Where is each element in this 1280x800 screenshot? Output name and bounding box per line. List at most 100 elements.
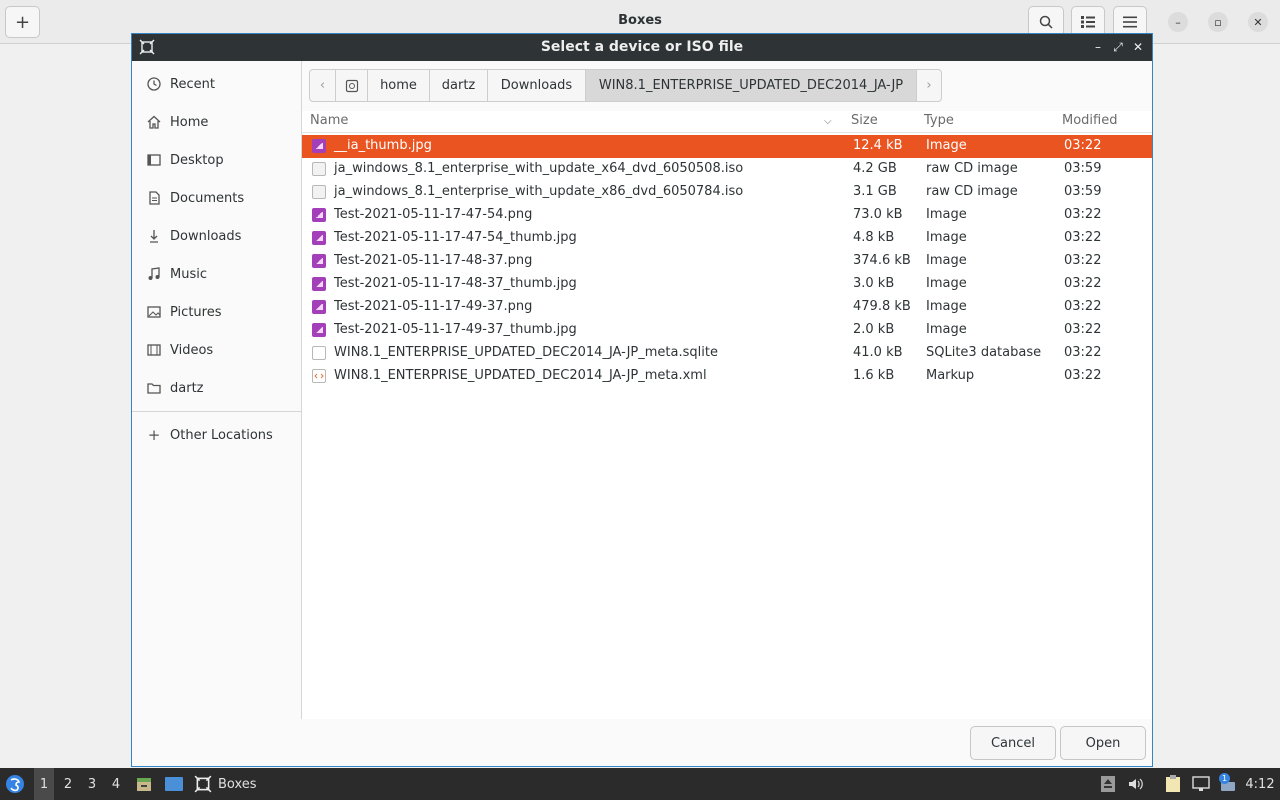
places-sidebar: Recent Home Desktop Documents Downloads … [132, 61, 302, 719]
file-modified: 03:22 [1064, 253, 1102, 268]
eject-icon [1101, 776, 1115, 792]
file-name: Test-2021-05-11-17-47-54_thumb.jpg [334, 230, 577, 245]
workspace-3[interactable]: 3 [82, 768, 102, 800]
file-row[interactable]: Test-2021-05-11-17-47-54_thumb.jpg 4.8 k… [302, 227, 1152, 250]
path-segment-downloads[interactable]: Downloads [488, 70, 586, 101]
clipboard-button[interactable] [1162, 768, 1184, 800]
column-header-type[interactable]: Type [924, 113, 954, 128]
music-icon [146, 266, 162, 282]
file-modified: 03:22 [1064, 368, 1102, 383]
minimize-button[interactable]: – [1168, 12, 1188, 32]
file-type: Image [926, 276, 967, 291]
file-type: Image [926, 230, 967, 245]
file-modified: 03:22 [1064, 138, 1102, 153]
sidebar-item-dartz[interactable]: dartz [132, 371, 301, 405]
task-boxes[interactable]: Boxes [194, 768, 268, 800]
sidebar-item-home[interactable]: Home [132, 105, 301, 139]
path-segment-dartz[interactable]: dartz [430, 70, 488, 101]
file-modified: 03:59 [1064, 161, 1102, 176]
home-icon [146, 114, 162, 130]
path-back-button[interactable]: ‹ [310, 70, 336, 101]
file-name: ja_windows_8.1_enterprise_with_update_x6… [334, 161, 744, 176]
file-modified: 03:59 [1064, 184, 1102, 199]
sidebar-item-downloads[interactable]: Downloads [132, 219, 301, 253]
workspace-4[interactable]: 4 [106, 768, 126, 800]
network-button[interactable] [1190, 768, 1212, 800]
folder-icon [146, 380, 162, 396]
file-name: WIN8.1_ENTERPRISE_UPDATED_DEC2014_JA-JP_… [334, 368, 707, 383]
drive-icon [345, 79, 358, 92]
image-file-icon [312, 208, 326, 222]
sidebar-separator [132, 411, 301, 412]
desktop-icon [165, 777, 183, 791]
task-label: Boxes [218, 776, 257, 792]
file-row[interactable]: ja_windows_8.1_enterprise_with_update_x8… [302, 181, 1152, 204]
file-name: ja_windows_8.1_enterprise_with_update_x8… [334, 184, 744, 199]
file-name: Test-2021-05-11-17-49-37.png [334, 299, 533, 314]
desktop-icon [146, 152, 162, 168]
sidebar-item-pictures[interactable]: Pictures [132, 295, 301, 329]
file-row[interactable]: ja_windows_8.1_enterprise_with_update_x6… [302, 158, 1152, 181]
workspace-2[interactable]: 2 [58, 768, 78, 800]
sidebar-item-videos[interactable]: Videos [132, 333, 301, 367]
show-desktop-button[interactable] [162, 768, 186, 800]
close-button[interactable]: ✕ [1248, 12, 1268, 32]
file-name: Test-2021-05-11-17-48-37_thumb.jpg [334, 276, 577, 291]
dialog-close-button[interactable]: ✕ [1130, 39, 1146, 55]
open-button[interactable]: Open [1060, 726, 1146, 760]
sidebar-item-desktop[interactable]: Desktop [132, 143, 301, 177]
path-segment-home[interactable]: home [368, 70, 430, 101]
notification-badge: 1 [1219, 773, 1230, 784]
file-row[interactable]: Test-2021-05-11-17-47-54.png 73.0 kB Ima… [302, 204, 1152, 227]
file-manager-launcher[interactable] [132, 768, 156, 800]
boxes-app-icon [194, 775, 212, 793]
column-header-name[interactable]: Name [310, 113, 348, 128]
file-row[interactable]: WIN8.1_ENTERPRISE_UPDATED_DEC2014_JA-JP_… [302, 365, 1152, 388]
file-modified: 03:22 [1064, 207, 1102, 222]
file-modified: 03:22 [1064, 322, 1102, 337]
close-icon: ✕ [1132, 40, 1144, 54]
file-row[interactable]: __ia_thumb.jpg 12.4 kB Image 03:22 [302, 135, 1152, 158]
file-row[interactable]: Test-2021-05-11-17-49-37.png 479.8 kB Im… [302, 296, 1152, 319]
workspace-1[interactable]: 1 [34, 768, 54, 800]
sidebar-item-documents[interactable]: Documents [132, 181, 301, 215]
chevron-left-icon: ‹ [319, 78, 326, 93]
clipboard-icon [1166, 775, 1180, 792]
file-row[interactable]: Test-2021-05-11-17-48-37_thumb.jpg 3.0 k… [302, 273, 1152, 296]
file-row[interactable]: WIN8.1_ENTERPRISE_UPDATED_DEC2014_JA-JP_… [302, 342, 1152, 365]
column-header-size[interactable]: Size [851, 113, 878, 128]
generic-file-icon [312, 346, 326, 360]
minimize-icon: – [1095, 40, 1101, 54]
sidebar-item-other-locations[interactable]: + Other Locations [132, 418, 301, 452]
chevron-right-icon: › [926, 78, 932, 93]
start-menu-button[interactable] [0, 768, 30, 800]
file-type: Image [926, 299, 967, 314]
file-row[interactable]: Test-2021-05-11-17-49-37_thumb.jpg 2.0 k… [302, 319, 1152, 342]
clock[interactable]: 4:12 [1242, 768, 1278, 800]
file-size: 1.6 kB [853, 368, 895, 383]
file-size: 4.2 GB [853, 161, 897, 176]
path-root-button[interactable] [336, 70, 368, 101]
restore-button[interactable]: ▫ [1208, 12, 1228, 32]
image-file-icon [312, 231, 326, 245]
file-size: 4.8 kB [853, 230, 895, 245]
dialog-maximize-button[interactable]: ⤢ [1110, 39, 1126, 55]
volume-button[interactable] [1126, 768, 1146, 800]
sidebar-item-music[interactable]: Music [132, 257, 301, 291]
sidebar-item-label: Videos [170, 342, 214, 358]
file-row[interactable]: Test-2021-05-11-17-48-37.png 374.6 kB Im… [302, 250, 1152, 273]
path-segment-current[interactable]: WIN8.1_ENTERPRISE_UPDATED_DEC2014_JA-JP [586, 70, 917, 101]
file-type: Image [926, 207, 967, 222]
sidebar-item-recent[interactable]: Recent [132, 67, 301, 101]
eject-tray-button[interactable] [1098, 768, 1118, 800]
column-header-modified[interactable]: Modified [1062, 113, 1117, 128]
document-icon [146, 190, 162, 206]
file-size: 479.8 kB [853, 299, 911, 314]
notifications-button[interactable]: 1 [1216, 768, 1240, 800]
dialog-minimize-button[interactable]: – [1090, 39, 1106, 55]
file-modified: 03:22 [1064, 230, 1102, 245]
path-forward-button[interactable]: › [917, 70, 941, 101]
file-name: WIN8.1_ENTERPRISE_UPDATED_DEC2014_JA-JP_… [334, 345, 718, 360]
disc-image-icon [312, 162, 326, 176]
cancel-button[interactable]: Cancel [970, 726, 1056, 760]
